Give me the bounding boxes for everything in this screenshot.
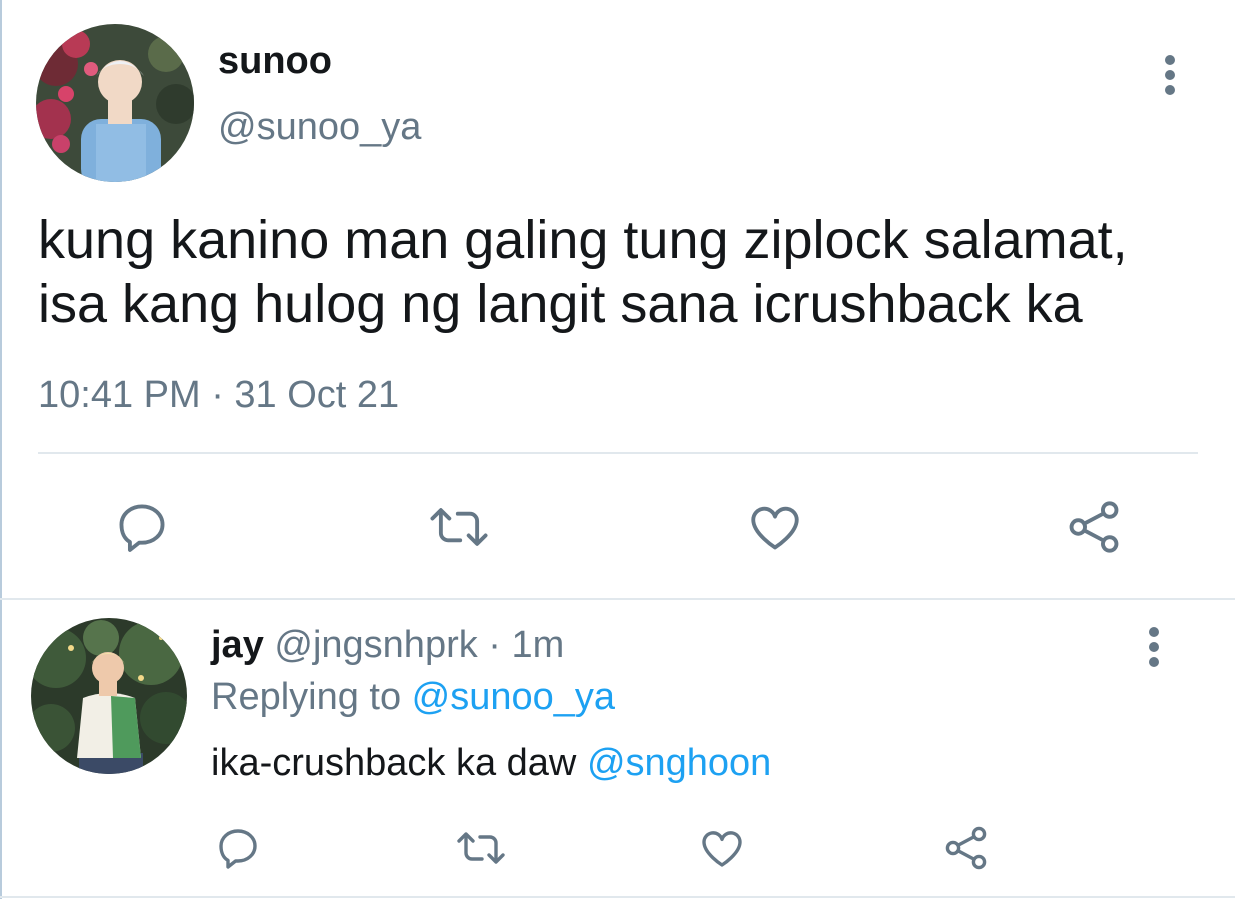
main-tweet-text-line: isa kang hulog ng langit sana icrushback…	[38, 274, 1083, 334]
tweet-separator	[0, 598, 1235, 600]
main-tweet-avatar[interactable]	[36, 24, 194, 182]
timestamp-divider	[38, 452, 1198, 454]
like-icon[interactable]	[698, 824, 746, 872]
bottom-separator	[0, 896, 1235, 898]
replying-to-mention[interactable]: @sunoo_ya	[412, 676, 615, 718]
reply-icon[interactable]	[113, 498, 171, 556]
replying-to-label: Replying to	[211, 676, 412, 718]
retweet-icon[interactable]	[454, 824, 508, 872]
share-icon[interactable]	[1064, 498, 1124, 556]
main-tweet-text-line: kung kanino man galing tung ziplock sala…	[38, 210, 1128, 270]
main-tweet-display-name[interactable]: sunoo	[218, 40, 332, 83]
reply-text-body: ika-crushback ka daw	[211, 742, 587, 784]
retweet-icon[interactable]	[426, 498, 492, 556]
main-tweet-timestamp[interactable]: 10:41 PM · 31 Oct 21	[38, 374, 399, 417]
reply-display-name[interactable]: jay	[211, 624, 264, 666]
main-tweet-handle[interactable]: @sunoo_ya	[218, 106, 421, 149]
more-options-icon[interactable]	[1158, 54, 1182, 96]
left-edge-border	[0, 0, 2, 899]
reply-header: jay @jngsnhprk · 1m	[211, 624, 564, 667]
reply-more-options-icon[interactable]	[1142, 626, 1166, 668]
reply-separator: ·	[477, 624, 512, 666]
reply-mention[interactable]: @snghoon	[587, 742, 771, 784]
like-icon[interactable]	[746, 498, 804, 556]
share-icon[interactable]	[942, 824, 990, 872]
reply-handle[interactable]: @jngsnhprk	[274, 624, 477, 666]
reply-icon[interactable]	[214, 824, 262, 872]
replying-to-line: Replying to @sunoo_ya	[211, 676, 615, 719]
reply-text: ika-crushback ka daw @snghoon	[211, 742, 771, 785]
reply-avatar[interactable]	[31, 618, 187, 774]
reply-time[interactable]: 1m	[512, 624, 565, 666]
main-tweet-text: kung kanino man galing tung ziplock sala…	[38, 208, 1198, 336]
